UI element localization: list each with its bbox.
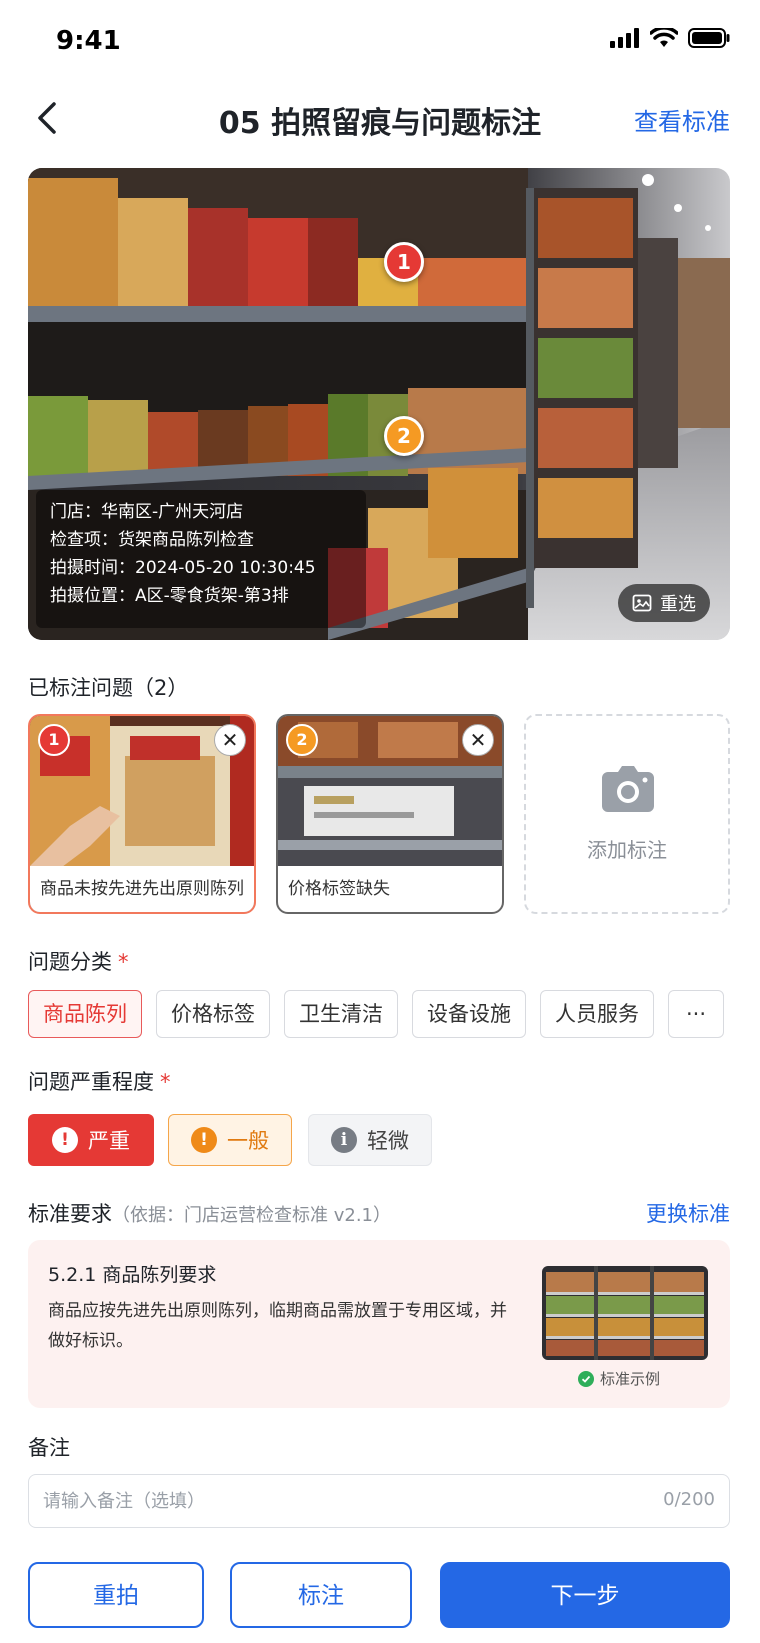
example-shelf-image [542,1266,708,1360]
remove-issue-2-button[interactable]: ✕ [462,724,494,756]
inspection-photo[interactable]: 1 2 门店：华南区-广州天河店 检查项：货架商品陈列检查 拍摄时间：2024-… [28,168,730,640]
check-circle-icon [578,1370,594,1387]
severity-moderate-label: 一般 [227,1129,269,1153]
required-mark: * [118,950,129,974]
severity-title-text: 问题严重程度 [28,1070,154,1094]
reselect-button[interactable]: 重选 [618,584,710,622]
signal-icon [610,28,639,48]
category-title: 问题分类 * [28,946,129,976]
image-icon [632,594,652,612]
exclamation-icon: ! [52,1127,78,1153]
nav-bar: 05 拍照留痕与问题标注 查看标准 [0,84,760,154]
exclamation-icon: ! [191,1127,217,1153]
standard-example-caption: 标准示例 [578,1368,660,1389]
severity-serious-label: 严重 [88,1129,130,1153]
next-step-button[interactable]: 下一步 [440,1562,730,1628]
category-chip-price-tag[interactable]: 价格标签 [156,990,270,1038]
retake-button[interactable]: 重拍 [28,1562,204,1628]
note-char-counter: 0/200 [663,1489,715,1510]
info-store: 门店：华南区-广州天河店 [50,502,244,522]
severity-moderate-button[interactable]: ! 一般 [168,1114,292,1166]
required-mark: * [160,1070,171,1094]
note-input[interactable] [29,1475,629,1527]
info-icon: i [331,1127,357,1153]
info-time: 拍摄时间：2024-05-20 10:30:45 [50,558,316,578]
reselect-label: 重选 [660,594,696,615]
tagged-issue-card-1[interactable]: 1 ✕ 商品未按先进先出原则陈列 [28,714,256,914]
clause-description: 商品应按先进先出原则陈列，临期商品需放置于专用区域，并做好标识。 [48,1301,507,1351]
info-item: 检查项：货架商品陈列检查 [50,530,254,550]
tagged-issues-title: 已标注问题（2） [28,676,189,700]
remove-issue-1-button[interactable]: ✕ [214,724,246,756]
issue-marker-2[interactable]: 2 [384,416,424,456]
photo-info-overlay: 门店：华南区-广州天河店 检查项：货架商品陈列检查 拍摄时间：2024-05-2… [36,490,366,628]
standard-basis: （依据：门店运营检查标准 v2.1） [112,1205,391,1226]
battery-icon [688,28,730,48]
camera-icon [602,766,654,812]
standard-example-image[interactable] [542,1266,708,1360]
standard-card: 5.2.1 商品陈列要求 商品应按先进先出原则陈列，临期商品需放置于专用区域，并… [28,1240,730,1408]
severity-minor-label: 轻微 [367,1129,409,1153]
issue-1-caption: 商品未按先进先出原则陈列 [30,866,254,912]
category-chip-display[interactable]: 商品陈列 [28,990,142,1038]
severity-minor-button[interactable]: i 轻微 [308,1114,432,1166]
issue-marker-1[interactable]: 1 [384,242,424,282]
category-title-text: 问题分类 [28,950,112,974]
issue-1-number: 1 [38,724,70,756]
add-tag-label: 添加标注 [587,838,667,862]
category-more-button[interactable]: ··· [668,990,724,1038]
change-standard-link[interactable]: 更换标准 [646,1198,730,1228]
standard-header: 标准要求（依据：门店运营检查标准 v2.1） [28,1198,391,1228]
standard-title: 标准要求 [28,1202,112,1226]
status-time: 9:41 [56,26,121,56]
severity-serious-button[interactable]: ! 严重 [28,1114,154,1166]
category-chip-hygiene[interactable]: 卫生清洁 [284,990,398,1038]
standard-example-label: 标准示例 [600,1370,661,1388]
status-icons [610,28,730,48]
status-bar: 9:41 [0,0,760,84]
category-chip-service[interactable]: 人员服务 [540,990,654,1038]
note-label: 备注 [28,1436,70,1460]
info-location: 拍摄位置：A区-零食货架-第3排 [50,586,289,606]
note-field: 0/200 [28,1474,730,1528]
clause-title: 5.2.1 商品陈列要求 [48,1264,217,1286]
tagged-issue-card-2[interactable]: 2 ✕ 价格标签缺失 [276,714,504,914]
issue-2-caption: 价格标签缺失 [278,866,502,912]
severity-title: 问题严重程度 * [28,1066,171,1096]
issue-2-number: 2 [286,724,318,756]
annotate-button[interactable]: 标注 [230,1562,412,1628]
category-chip-facilities[interactable]: 设备设施 [412,990,526,1038]
add-tag-button[interactable]: 添加标注 [524,714,730,914]
wifi-icon [650,28,678,47]
view-standard-link[interactable]: 查看标准 [634,102,730,137]
